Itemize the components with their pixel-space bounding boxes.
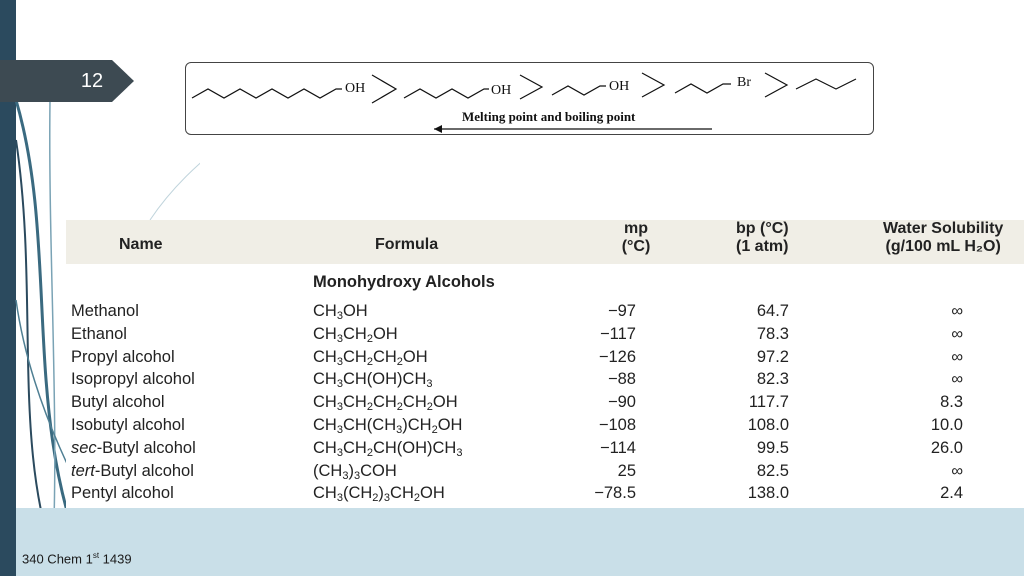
slide-number: 12: [80, 70, 104, 92]
cell-bp: 117.7: [748, 393, 789, 412]
cell-formula: CH3CH2CH(OH)CH3: [313, 438, 463, 459]
cell-mp: −88: [608, 370, 636, 389]
header-name: Name: [119, 236, 163, 253]
cell-water-solubility: ∞: [951, 302, 963, 320]
cell-bp: 82.5: [756, 461, 789, 480]
cell-bp: 99.5: [756, 438, 789, 457]
cell-bp: 82.3: [756, 370, 789, 389]
header-water-solubility: Water Solubility (g/100 mL H₂O): [883, 220, 1004, 255]
section-title: Monohydroxy Alcohols: [313, 273, 495, 291]
cell-formula: CH3(CH2)3CH2OH: [313, 484, 445, 505]
cell-name: Isobutyl alcohol: [71, 416, 185, 434]
cell-mp: −78.5: [594, 484, 636, 503]
cell-formula: CH3CH2CH2OH: [313, 347, 428, 368]
cell-name: sec-Butyl alcohol: [71, 438, 196, 457]
cell-formula: CH3OH: [313, 302, 368, 322]
br-label: Br: [737, 75, 751, 90]
cell-formula: CH3CH(CH3)CH2OH: [313, 416, 463, 436]
cell-water-solubility: 2.4: [940, 484, 963, 503]
cell-mp: −126: [598, 347, 636, 366]
cell-water-solubility: ∞: [951, 347, 963, 366]
cell-bp: 64.7: [756, 302, 789, 320]
header-mp: mp (°C): [621, 220, 651, 255]
cell-name: Methanol: [71, 302, 139, 320]
cell-water-solubility: ∞: [951, 324, 963, 343]
cell-water-solubility: 10.0: [930, 416, 963, 434]
structure-comparison-box: OH OH OH Br Melting point and boiling po…: [185, 62, 874, 135]
cell-mp: 25: [617, 461, 636, 480]
structure-diagram: OH OH OH Br Melting point and boiling po…: [191, 72, 857, 133]
cell-formula: CH3CH2OH: [313, 324, 398, 345]
table-header: Name Formula mp (°C) bp (°C) (1 atm) Water…: [66, 220, 1024, 264]
footer-course-label: 340 Chem 1st 1439: [22, 551, 132, 567]
cell-bp: 108.0: [747, 416, 789, 434]
cell-name: Ethanol: [71, 324, 127, 343]
cell-bp: 78.3: [756, 324, 789, 343]
cell-mp: −97: [608, 302, 636, 320]
cell-mp: −108: [598, 416, 636, 434]
cell-water-solubility: ∞: [951, 370, 963, 389]
oh-label: OH: [491, 83, 511, 98]
cell-mp: −117: [600, 324, 636, 343]
cell-mp: −90: [608, 393, 636, 412]
trend-caption: Melting point and boiling point: [462, 109, 636, 124]
cell-formula: CH3CH2CH2CH2OH: [313, 393, 458, 414]
alcohol-properties-table: Name Formula mp (°C) bp (°C) (1 atm) Water…: [66, 220, 1024, 508]
cell-name: Propyl alcohol: [71, 347, 175, 366]
cell-name: Pentyl alcohol: [71, 484, 174, 503]
header-bp: bp (°C) (1 atm): [736, 220, 789, 255]
cell-name: Butyl alcohol: [71, 393, 165, 412]
cell-bp: 97.2: [756, 347, 789, 366]
cell-formula: (CH3)3COH: [313, 461, 397, 482]
cell-water-solubility: ∞: [951, 461, 963, 480]
cell-water-solubility: 8.3: [940, 393, 963, 412]
footer-band: [16, 508, 1024, 576]
cell-formula: CH3CH(OH)CH3: [313, 370, 433, 391]
oh-label: OH: [609, 79, 629, 94]
header-formula: Formula: [375, 236, 439, 253]
cell-bp: 138.0: [747, 484, 789, 503]
cell-mp: −114: [600, 438, 636, 457]
cell-name: Isopropyl alcohol: [71, 370, 195, 389]
cell-name: tert-Butyl alcohol: [71, 461, 194, 480]
oh-label: OH: [345, 81, 365, 96]
cell-water-solubility: 26.0: [930, 438, 963, 457]
